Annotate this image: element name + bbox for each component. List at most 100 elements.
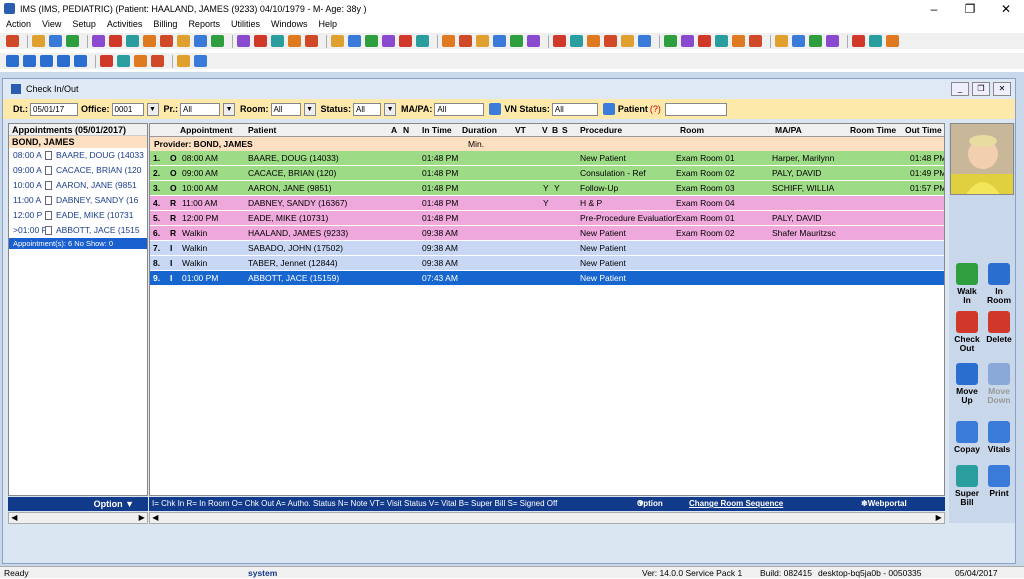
toolbar-icon[interactable] [570,35,583,47]
delete-button[interactable]: Delete [983,311,1015,344]
column-header[interactable]: Out Time [905,124,942,137]
provider-dropdown-icon[interactable]: ▼ [223,102,236,116]
maximize-button[interactable]: ❐ [952,2,988,16]
menu-setup[interactable]: Setup [72,19,96,29]
toolbar-icon[interactable] [416,35,429,47]
mapa-lookup-icon[interactable] [489,103,502,115]
toolbar-icon[interactable] [143,35,156,47]
provider-select[interactable]: All [180,102,221,116]
print-button[interactable]: Print [983,465,1015,498]
vn-status-input[interactable]: All [551,102,598,116]
toolbar-icon[interactable] [886,35,899,47]
toolbar-icon[interactable] [32,35,45,47]
menu-windows[interactable]: Windows [271,19,308,29]
change-room-sequence-link[interactable]: Change Room Sequence [689,497,783,511]
toolbar-icon[interactable] [194,35,207,47]
appointment-list-item[interactable]: 12:00 P EADE, MIKE (10731 [9,208,147,223]
column-header[interactable]: Duration [462,124,497,137]
last-record-icon[interactable] [57,55,70,67]
toolbar-icon[interactable] [442,35,455,47]
toolbar-icon[interactable] [826,35,839,47]
table-row[interactable]: 7. I Walkin SABADO, JOHN (17502) 09:38 A… [150,241,944,256]
toolbar-icon[interactable] [6,35,19,47]
office-input[interactable]: 0001 [111,102,144,116]
mapa-input[interactable]: All [434,102,485,116]
appointment-list-item[interactable]: 09:00 A CACACE, BRIAN (120 [9,163,147,178]
toolbar-icon[interactable] [664,35,677,47]
toolbar-icon[interactable] [237,35,250,47]
grid-option-button[interactable]: Option ▼ [637,497,663,511]
column-header[interactable]: B [552,124,558,137]
left-horizontal-scrollbar[interactable]: ◀ ▶ [8,512,148,524]
toolbar-icon[interactable] [553,35,566,47]
toolbar-icon[interactable] [109,35,122,47]
toolbar-icon[interactable] [126,35,139,47]
toolbar-icon[interactable] [177,35,190,47]
column-header[interactable]: Appointment [180,124,232,137]
toolbar-icon[interactable] [365,35,378,47]
toolbar-icon[interactable] [399,35,412,47]
table-row[interactable]: 2. O 09:00 AM CACACE, BRIAN (120) 01:48 … [150,166,944,181]
column-header[interactable]: Room [680,124,704,137]
web-icon[interactable] [151,55,164,67]
previous-record-icon[interactable] [23,55,36,67]
child-minimize-button[interactable]: _ [951,82,969,96]
column-header[interactable]: Patient [248,124,276,137]
toolbar-icon[interactable] [382,35,395,47]
webportal-user[interactable]: ❄ Webportal User [861,497,907,522]
table-row[interactable]: 6. R Walkin HAALAND, JAMES (9233) 09:38 … [150,226,944,241]
stop-icon[interactable] [194,55,207,67]
appointment-list-item[interactable]: 10:00 A AARON, JANE (9851 [9,178,147,193]
column-header[interactable]: N [403,124,409,137]
table-row[interactable]: 1. O 08:00 AM BAARE, DOUG (14033) 01:48 … [150,151,944,166]
toolbar-icon[interactable] [510,35,523,47]
toolbar-icon[interactable] [305,35,318,47]
toolbar-icon[interactable] [331,35,344,47]
menu-billing[interactable]: Billing [153,19,177,29]
column-header[interactable]: S [562,124,568,137]
toolbar-icon[interactable] [604,35,617,47]
toolbar-icon[interactable] [732,35,745,47]
toolbar-icon[interactable] [160,35,173,47]
toolbar-icon[interactable] [288,35,301,47]
in-room-button[interactable]: In Room [983,263,1015,305]
toolbar-icon[interactable] [681,35,694,47]
toolbar-icon[interactable] [459,35,472,47]
column-header[interactable]: Procedure [580,124,622,137]
table-row[interactable]: 3. O 10:00 AM AARON, JANE (9851) 01:48 P… [150,181,944,196]
help-icon[interactable] [177,55,190,67]
chart-icon[interactable] [134,55,147,67]
table-row[interactable]: 8. I Walkin TABER, Jennet (12844) 09:38 … [150,256,944,271]
toolbar-icon[interactable] [869,35,882,47]
toolbar-icon[interactable] [254,35,267,47]
toolbar-icon[interactable] [621,35,634,47]
walk-in-button[interactable]: Walk In [951,263,983,305]
child-restore-button[interactable]: ❐ [972,82,990,96]
office-dropdown-icon[interactable]: ▼ [146,102,159,116]
child-close-button[interactable]: ✕ [993,82,1011,96]
toolbar-icon[interactable] [852,35,865,47]
date-input[interactable]: 05/01/17 [30,102,78,116]
left-option-button[interactable]: Option ▼ [8,497,148,511]
next-record-icon[interactable] [40,55,53,67]
toolbar-icon[interactable] [476,35,489,47]
toolbar-icon[interactable] [775,35,788,47]
column-header[interactable]: MA/PA [775,124,802,137]
toolbar-icon[interactable] [715,35,728,47]
toolbar-icon[interactable] [809,35,822,47]
first-record-icon[interactable] [6,55,19,67]
menu-utilities[interactable]: Utilities [231,19,260,29]
minimize-button[interactable]: – [916,2,952,16]
toolbar-icon[interactable] [493,35,506,47]
toolbar-icon[interactable] [792,35,805,47]
column-header[interactable]: A [391,124,397,137]
toolbar-icon[interactable] [66,35,79,47]
patient-search-input[interactable] [664,102,727,116]
appointment-list-item[interactable]: 08:00 A BAARE, DOUG (14033 [9,148,147,163]
grid-horizontal-scrollbar[interactable]: ◀ ▶ [149,512,945,524]
table-row[interactable]: 9. I 01:00 PM ABBOTT, JACE (15159) 07:43… [150,271,944,286]
menu-activities[interactable]: Activities [107,19,143,29]
check-out-button[interactable]: Check Out [951,311,983,353]
status-select[interactable]: All [353,102,382,116]
menu-help[interactable]: Help [318,19,337,29]
